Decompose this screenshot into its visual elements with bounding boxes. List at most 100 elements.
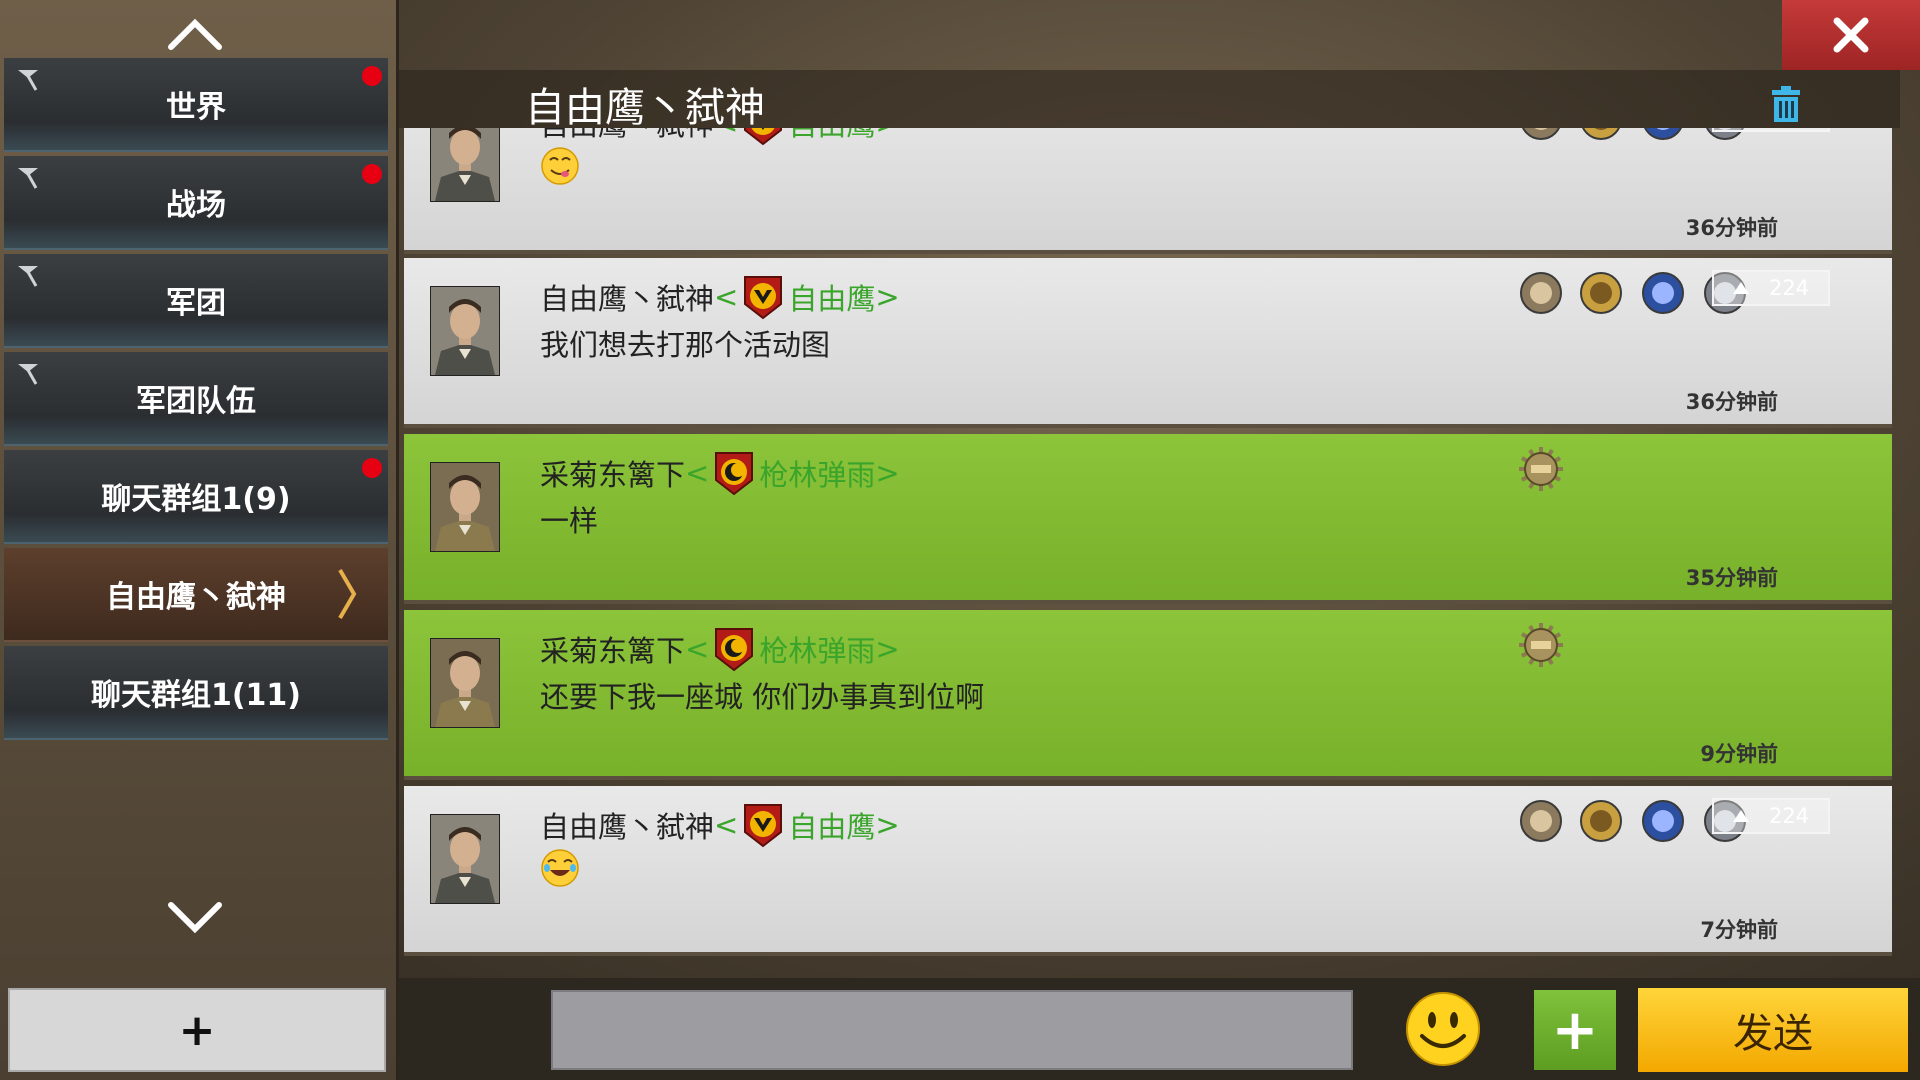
eagle-medal-icon[interactable] [1578,270,1624,316]
sender-name[interactable]: 自由鹰丶弑神 [540,128,714,144]
legion-name[interactable]: 自由鹰 [788,128,875,144]
crescent-badge [715,452,754,496]
bracket-open: < [714,280,739,314]
avatar[interactable] [430,286,500,376]
eagle-badge [744,804,783,848]
sidebar-item-label: 军团 [166,286,226,321]
message-list[interactable]: 自由鹰丶弑神<自由鹰>22436分钟前自由鹰丶弑神<自由鹰>我们想去打那个活动图… [404,128,1892,976]
message-text: 我们想去打那个活动图 [540,328,831,362]
sender-name[interactable]: 采菊东篱下 [540,452,685,494]
bracket-close: > [875,280,900,314]
message-card[interactable]: 采菊东篱下 < 枪林弹雨 > 还要下我一座城 你们办事真到位啊 9分钟前 [404,610,1892,780]
message-time: 36分钟前 [1685,390,1778,414]
legion-name[interactable]: 枪林弹雨 [759,628,875,670]
sender-line: 自由鹰丶弑神< 自由鹰> [540,128,900,146]
eagle-badge [744,276,783,320]
score-badge: 224 [1712,128,1830,132]
eagle-badge [744,128,783,146]
sidebar-item-label: 战场 [166,188,226,223]
legion-name[interactable]: 自由鹰 [788,804,875,846]
message-card[interactable]: 自由鹰丶弑神 < 自由鹰 > 我们想去打那个活动图 224 36分钟前 [404,258,1892,428]
score-value: 224 [1768,276,1810,300]
message-time: 36分钟前 [1685,216,1778,240]
avatar[interactable] [430,638,500,728]
sidebar-item[interactable]: 世界 [4,58,388,152]
bracket-open: < [685,632,710,666]
sidebar-item[interactable]: 聊天群组1(9) [4,450,388,544]
message-card[interactable]: 自由鹰丶弑神< 自由鹰>224 36分钟前 [404,128,1892,254]
sidebar-item-label: 聊天群组1(9) [101,482,291,517]
sidebar-item-label: 军团队伍 [136,384,256,419]
unread-dot [362,164,382,184]
message-card[interactable]: 采菊东篱下 < 枪林弹雨 > 一样 35分钟前 [404,434,1892,604]
close-button[interactable] [1782,0,1920,70]
chevron-right-icon [338,568,357,620]
bracket-close: > [875,632,900,666]
scroll-down-icon[interactable] [165,898,225,938]
message-card[interactable]: 自由鹰丶弑神 < 自由鹰 >224 7分钟前 [404,786,1892,956]
chat-title: 自由鹰丶弑神 [525,85,765,131]
bracket-open: < [714,128,738,140]
bracket-close: > [875,128,899,140]
laugh-emoji [541,849,579,887]
sidebar-item[interactable]: 聊天群组1(11) [4,646,388,740]
trash-icon[interactable] [1766,84,1806,124]
sender-line: 采菊东篱下 < 枪林弹雨 > [540,626,900,672]
score-badge: 224 [1712,798,1830,834]
sender-line: 自由鹰丶弑神< 自由鹰> [540,274,900,320]
message-text: 一样 [540,504,599,538]
message-time: 7分钟前 [1700,918,1778,942]
bracket-open: < [714,808,739,842]
arrow-up-icon [1732,810,1749,822]
score-value: 224 [1768,804,1810,828]
sword-medal-icon[interactable] [1518,128,1564,142]
send-button[interactable]: 发送 [1638,988,1908,1072]
avatar[interactable] [430,814,500,904]
bracket-open: < [685,456,710,490]
sender-name[interactable]: 自由鹰丶弑神 [540,804,714,846]
score-badge: 224 [1712,270,1830,306]
eagle-medal-icon[interactable] [1578,798,1624,844]
pin-icon[interactable] [14,164,42,192]
emoji-button[interactable] [1404,990,1482,1068]
legion-name[interactable]: 枪林弹雨 [759,452,875,494]
add-channel-button[interactable]: + [8,988,386,1072]
arrow-up-icon [1732,282,1749,294]
star-medal-icon[interactable] [1640,798,1686,844]
channel-sidebar: 世界战场军团军团队伍聊天群组1(9) 自由鹰丶弑神 聊天群组1(11) + [0,0,399,1080]
star-medal-icon[interactable] [1640,270,1686,316]
sidebar-item[interactable]: 军团队伍 [4,352,388,446]
sidebar-item[interactable]: 战场 [4,156,388,250]
smiley-icon [1406,992,1480,1066]
close-icon [1833,17,1869,53]
sword-medal-icon[interactable] [1518,270,1564,316]
sidebar-item-label: 世界 [166,90,226,125]
gear-medal-icon[interactable] [1518,446,1564,492]
sender-line: 采菊东篱下 < 枪林弹雨 > [540,450,900,496]
sender-name[interactable]: 采菊东篱下 [540,628,685,670]
sidebar-item[interactable]: 军团 [4,254,388,348]
message-time: 35分钟前 [1685,566,1778,590]
sidebar-item-label: 聊天群组1(11) [90,678,302,713]
sword-medal-icon[interactable] [1518,798,1564,844]
gear-medal-icon[interactable] [1518,622,1564,668]
star-medal-icon[interactable] [1640,128,1686,142]
unread-dot [362,458,382,478]
pin-icon[interactable] [14,262,42,290]
sidebar-item[interactable]: 自由鹰丶弑神 [4,548,388,642]
message-input[interactable] [551,990,1353,1070]
yum-emoji [541,147,579,185]
sender-line: 自由鹰丶弑神< 自由鹰> [540,802,900,848]
pin-icon[interactable] [14,360,42,388]
attach-button[interactable]: + [1534,990,1616,1070]
legion-name[interactable]: 自由鹰 [788,276,875,318]
sidebar-item-label: 自由鹰丶弑神 [106,580,286,615]
sender-name[interactable]: 自由鹰丶弑神 [540,276,714,318]
message-text: 还要下我一座城 你们办事真到位啊 [540,680,985,714]
avatar[interactable] [430,128,500,202]
pin-icon[interactable] [14,66,42,94]
bracket-close: > [875,456,900,490]
avatar[interactable] [430,462,500,552]
eagle-medal-icon[interactable] [1578,128,1624,142]
scroll-up-icon[interactable] [165,14,225,54]
